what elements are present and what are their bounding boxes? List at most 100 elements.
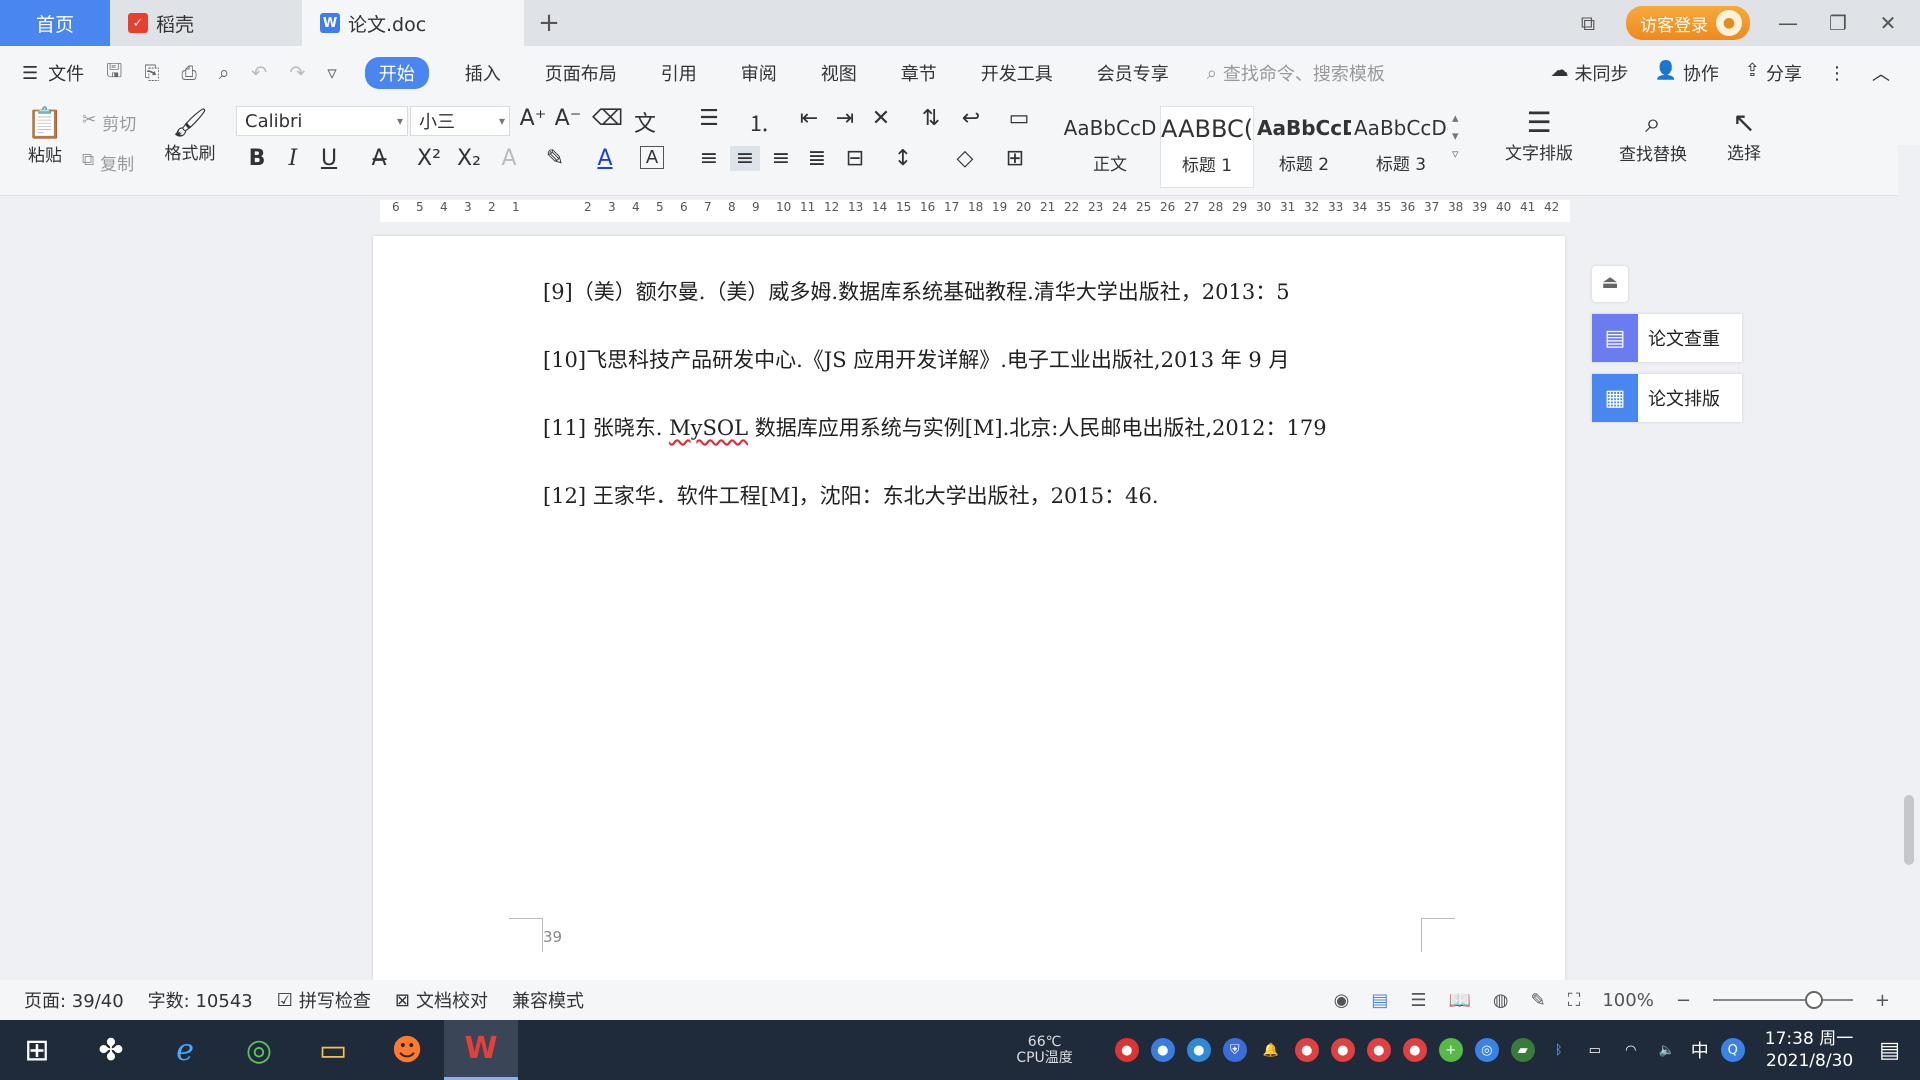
grow-font-icon[interactable]: A⁺ [518,106,548,131]
shrink-font-icon[interactable]: A⁻ [553,106,583,131]
superscript-icon[interactable]: X² [414,146,444,171]
volume-icon[interactable]: 🔈 [1655,1038,1679,1062]
find-replace-button[interactable]: ⌕ 查找替换 [1608,106,1698,165]
document-page[interactable]: [9]（美）额尔曼.（美）威多姆.数据库系统基础教程.清华大学出版社，2013：… [373,236,1565,980]
collapse-ribbon-icon[interactable]: ︿ [1872,60,1890,86]
menu-tab-references[interactable]: 引用 [639,60,719,86]
menu-tab-layout[interactable]: 页面布局 [523,60,639,86]
qq-icon[interactable]: ● [1402,1038,1427,1062]
side-panel-collapse-button[interactable]: ⏏ [1592,266,1628,302]
nvidia-icon[interactable]: ▰ [1510,1038,1535,1062]
360-browser-icon[interactable]: ◎ [222,1020,296,1080]
borders-icon[interactable]: ⊞ [1000,146,1030,171]
tray-app-icon[interactable]: ◎ [1474,1038,1499,1062]
style-heading-3[interactable]: AaBbCcDc 标题 3 [1354,106,1448,188]
vertical-scrollbar[interactable] [1898,145,1920,980]
write-mode-icon[interactable]: ✎ [1531,990,1546,1011]
file-menu[interactable]: ☰ 文件 [0,60,106,86]
paper-check-button[interactable]: ▤ 论文查重 [1592,314,1742,362]
cut-button[interactable]: ✂ 剪切 [82,110,136,135]
menu-tab-developer[interactable]: 开发工具 [959,60,1075,86]
page-view-icon[interactable]: ▤ [1371,990,1388,1011]
fit-page-icon[interactable]: ⛶ [1568,990,1581,1011]
copy-button[interactable]: ⧉ 复制 [82,150,134,175]
font-color-icon[interactable]: A [590,146,620,171]
horizontal-ruler[interactable]: 6 5 4 3 2 1 2 3 4 5 6 7 8 9 10 11 12 13 14 15 16 17 18 19 20 21 22… [0,196,1920,226]
sync-status[interactable]: ☁ 未同步 [1550,60,1628,86]
wifi-icon[interactable]: ◠ [1619,1038,1643,1062]
format-painter-button[interactable]: 🖌 格式刷 [160,106,220,164]
select-button[interactable]: ↖ 选择 [1714,106,1774,164]
eye-protection-icon[interactable]: ◉ [1334,990,1350,1011]
save-icon[interactable]: 🖫 [106,57,122,89]
guest-login-button[interactable]: 访客登录 ● [1626,6,1750,40]
close-button[interactable]: ✕ [1876,11,1900,35]
style-heading-2[interactable]: AaBbCcD 标题 2 [1257,106,1351,188]
battery-icon[interactable]: ▭ [1583,1038,1607,1062]
fan-app-icon[interactable]: ✤ [74,1020,148,1080]
text-layout-button[interactable]: ☰ 文字排版 [1494,106,1584,164]
share-button[interactable]: ⇪ 分享 [1745,60,1802,86]
show-marks-icon[interactable]: ↩ [956,106,986,131]
collaborate-button[interactable]: 👤 协作 [1654,60,1718,86]
italic-icon[interactable]: I [278,146,308,171]
tray-app-icon[interactable]: ● [1150,1038,1175,1062]
clear-format-icon[interactable]: ⌫ [592,106,623,131]
print-icon[interactable]: ⎙ [182,62,197,84]
font-name-select[interactable]: Calibri [236,106,408,136]
zoom-slider-knob[interactable] [1804,991,1823,1009]
cpu-temperature[interactable]: 66℃ CPU温度 [1016,1034,1072,1066]
qq-icon[interactable]: ● [1366,1038,1391,1062]
plus-app-icon[interactable]: + [1438,1038,1463,1062]
strikethrough-icon[interactable]: A̶ [364,146,394,171]
underline-icon[interactable]: U [314,146,344,171]
shading-icon[interactable]: ◇ [950,146,980,171]
style-heading-1[interactable]: AABBC( 标题 1 [1160,106,1254,188]
paper-layout-button[interactable]: ▦ 论文排版 [1592,374,1742,422]
zoom-out-icon[interactable]: − [1676,990,1691,1011]
numbering-icon[interactable]: ⒈ [744,106,774,138]
misspelled-word[interactable]: MySOL [669,416,748,440]
print-preview-icon[interactable]: ⌕ [219,62,230,84]
line-spacing-icon[interactable]: ↕ [888,146,918,171]
qq-icon[interactable]: ● [1330,1038,1355,1062]
highlight-icon[interactable]: ✎ [540,146,570,171]
align-right-icon[interactable]: ≡ [766,146,796,171]
style-normal[interactable]: AaBbCcD 正文 [1063,106,1157,188]
bullets-icon[interactable]: ☰ [694,106,724,131]
bell-icon[interactable]: 🔔 [1259,1038,1283,1062]
zoom-level[interactable]: 100% [1602,990,1653,1011]
web-view-icon[interactable]: ◍ [1493,990,1509,1011]
tab-document[interactable]: W 论文.doc [302,0,524,46]
qq-icon[interactable]: ● [1294,1038,1319,1062]
document-proof-button[interactable]: ⊠ 文档校对 [395,987,488,1013]
align-left-icon[interactable]: ≡ [694,146,724,171]
bluetooth-icon[interactable]: ᛒ [1547,1038,1571,1062]
align-center-icon[interactable]: ≡ [730,146,760,171]
sort-icon[interactable]: ⇅ [916,106,946,131]
outline-view-icon[interactable]: ☰ [1410,990,1426,1011]
menu-tab-home[interactable]: 开始 [364,57,429,89]
pinyin-guide-icon[interactable]: 文 [630,106,660,138]
minimize-button[interactable]: — [1776,11,1800,35]
table-ruler-icon[interactable]: ▭ [1004,106,1034,131]
ie-browser-icon[interactable]: ℯ [148,1020,222,1080]
restore-button[interactable]: ❐ [1826,11,1850,35]
subscript-icon[interactable]: X₂ [454,146,484,171]
search-app-icon[interactable]: Q [1720,1038,1745,1062]
notification-center-icon[interactable]: ▤ [1879,1038,1900,1063]
output-pdf-icon[interactable]: ⎘ [144,62,159,84]
page-indicator[interactable]: 页面: 39/40 [24,987,124,1013]
tab-daoke[interactable]: ✓ 稻壳 [110,0,302,46]
font-size-select[interactable]: 小三 [410,106,510,136]
undo-icon[interactable]: ↶ [251,62,267,84]
zoom-slider[interactable] [1712,991,1853,1009]
styles-scroll-icon[interactable]: ▴ ▾ ▿ [1452,110,1459,164]
spell-check-button[interactable]: ☑ 拼写检查 [277,987,371,1013]
paste-button[interactable]: 📋 粘贴 [20,106,70,166]
game-app-icon[interactable]: ☻ [370,1020,444,1080]
distribute-icon[interactable]: ⊟ [840,146,870,171]
text-effect-icon[interactable]: A [494,146,524,171]
scrollbar-thumb[interactable] [1904,795,1914,865]
shield-icon[interactable]: ⛨ [1222,1038,1247,1062]
